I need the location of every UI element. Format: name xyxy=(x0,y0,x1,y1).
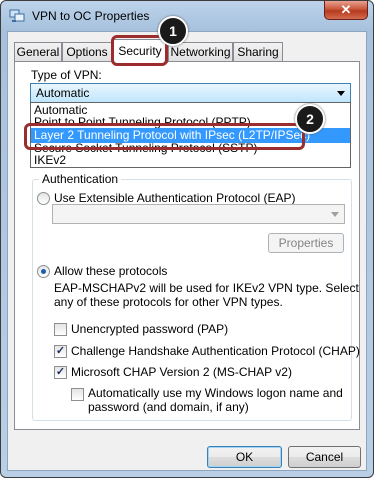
pap-checkbox[interactable] xyxy=(54,323,67,336)
properties-button[interactable]: Properties xyxy=(268,233,344,253)
chevron-down-icon xyxy=(337,91,345,96)
checkmark-icon: ✓ xyxy=(55,345,66,357)
cancel-button[interactable]: Cancel xyxy=(288,446,361,468)
auto-logon-line1: Automatically use my Windows logon name … xyxy=(88,386,343,400)
use-eap-radio[interactable] xyxy=(37,192,50,205)
chevron-down-icon xyxy=(331,212,339,217)
use-eap-label: Use Extensible Authentication Protocol (… xyxy=(54,191,296,205)
close-button[interactable]: ✕ xyxy=(324,1,368,20)
step-2-badge: 2 xyxy=(295,104,325,134)
chap-label: Challenge Handshake Authentication Proto… xyxy=(71,344,360,358)
properties-window: VPN to OC Properties ✕ General Options S… xyxy=(0,0,374,478)
auto-logon-line2: password (and domain, if any) xyxy=(88,400,249,414)
tab-sharing[interactable]: Sharing xyxy=(233,42,283,62)
vpn-type-dropdown[interactable]: Automatic xyxy=(30,83,351,103)
mschap-label: Microsoft CHAP Version 2 (MS-CHAP v2) xyxy=(71,365,292,379)
authentication-label: Authentication xyxy=(39,172,122,186)
ok-button[interactable]: OK xyxy=(207,446,282,468)
pap-label: Unencrypted password (PAP) xyxy=(71,322,229,336)
allow-protocols-label: Allow these protocols xyxy=(54,264,168,278)
mschap-checkbox[interactable]: ✓ xyxy=(54,366,67,379)
auto-logon-checkbox[interactable] xyxy=(71,388,84,401)
network-connection-icon xyxy=(9,9,25,22)
window-title: VPN to OC Properties xyxy=(32,9,150,23)
step-1-badge: 1 xyxy=(158,16,188,46)
chap-checkbox[interactable]: ✓ xyxy=(54,345,67,358)
l2tp-option-callout xyxy=(24,123,305,150)
vpn-type-value: Automatic xyxy=(36,86,90,100)
security-tab-callout xyxy=(111,35,168,66)
close-icon: ✕ xyxy=(340,2,352,17)
vpn-type-label: Type of VPN: xyxy=(31,68,102,82)
checkmark-icon: ✓ xyxy=(55,366,66,378)
vpn-option-ikev2[interactable]: IKEv2 xyxy=(31,154,350,167)
eap-method-dropdown[interactable] xyxy=(52,204,345,224)
tab-options[interactable]: Options xyxy=(62,42,112,62)
protocol-note-line1: EAP-MSCHAPv2 will be used for IKEv2 VPN … xyxy=(54,281,359,295)
dialog-body: General Options Security Networking Shar… xyxy=(7,31,367,471)
allow-protocols-radio[interactable] xyxy=(37,265,50,278)
tab-general[interactable]: General xyxy=(14,42,62,62)
protocol-note-line2: any of these protocols for other VPN typ… xyxy=(54,295,283,309)
